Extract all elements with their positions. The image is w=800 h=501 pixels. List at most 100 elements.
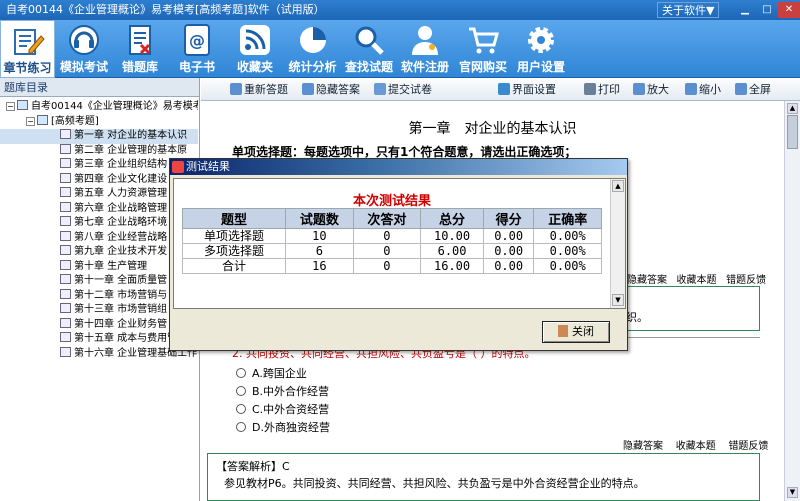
print-button[interactable]: 打印 <box>584 82 620 98</box>
table-header: 题型 试题数 次答对 总分 得分 正确率 <box>181 208 602 229</box>
table-cell: 0 <box>352 243 422 259</box>
scroll-down-icon[interactable]: ▼ <box>787 487 798 498</box>
option-b[interactable]: B.中外合作经营 <box>236 383 329 399</box>
scroll-down-icon[interactable]: ▼ <box>612 294 624 306</box>
scroll-up-icon[interactable]: ▲ <box>787 103 798 114</box>
folder-icon <box>37 114 48 125</box>
window-title: 自考00144《企业管理概论》易考模考[高频考题]软件（试用版） <box>6 3 325 16</box>
hide-answer-link[interactable]: 隐藏答案 <box>627 275 667 286</box>
document-icon <box>60 216 71 226</box>
fullscreen-button[interactable]: 全屏 <box>735 82 771 98</box>
toolbar-buy-online[interactable]: 官网购买 <box>454 20 512 78</box>
maximize-icon[interactable]: □ <box>756 2 778 18</box>
column-header: 题型 <box>181 208 287 229</box>
hide-answer-link[interactable]: 隐藏答案 <box>623 441 663 452</box>
wrong-book-icon <box>129 25 151 55</box>
toolbar-statistics[interactable]: 统计分析 <box>284 20 341 78</box>
pie-chart-icon <box>299 27 326 53</box>
radio-button[interactable] <box>236 386 246 396</box>
radio-button[interactable] <box>236 404 246 414</box>
document-icon <box>60 143 71 154</box>
q1-actions: 隐藏答案 收藏本题 错题反馈 <box>627 271 766 286</box>
rss-icon <box>240 25 270 55</box>
toolbar-favorites[interactable]: 收藏夹 <box>227 20 283 78</box>
document-icon <box>60 245 71 255</box>
dialog-scrollbar[interactable]: ▲ ▼ <box>610 179 625 308</box>
error-report-link[interactable]: 错题反馈 <box>726 275 766 286</box>
chapter-title: 第一章 对企业的基本认识 <box>408 121 577 137</box>
restart-button[interactable]: 重新答题 <box>230 82 288 98</box>
restart-icon <box>230 83 242 95</box>
column-header: 总分 <box>420 208 484 229</box>
table-cell: 16 <box>285 258 354 274</box>
document-icon <box>60 288 71 299</box>
radio-button[interactable] <box>236 422 246 432</box>
tree-chapter-1[interactable]: 第一章 对企业的基本认识 <box>0 129 198 144</box>
minimize-icon[interactable]: ▁ <box>734 2 756 18</box>
tree-root[interactable]: − 自考00144《企业管理概论》易考模考软 <box>0 100 198 115</box>
table-cell: 6.00 <box>420 243 484 259</box>
table-cell: 0.00% <box>533 243 602 259</box>
result-panel: 本次测试结果 题型 试题数 次答对 总分 得分 正确率 单项选择题 10 0 1… <box>173 178 626 309</box>
toolbar-mock-exam[interactable]: 模拟考试 <box>56 20 112 78</box>
content-scrollbar[interactable]: ▲ ▼ <box>784 101 800 501</box>
scroll-up-icon[interactable]: ▲ <box>612 180 624 192</box>
toolbar-wrong-question-bank[interactable]: 错题库 <box>113 20 167 78</box>
table-cell: 多项选择题 <box>181 243 287 259</box>
tree-group[interactable]: − [高频考题] <box>0 114 198 130</box>
key-user-icon <box>412 26 438 55</box>
about-software-menu[interactable]: 关于软件▼ <box>657 2 720 18</box>
fullscreen-icon <box>735 83 747 95</box>
document-icon <box>60 129 71 139</box>
error-report-link[interactable]: 错题反馈 <box>728 441 768 452</box>
table-cell: 10 <box>285 228 354 244</box>
table-row: 合计 16 0 16.00 0.00 0.00% <box>181 258 602 274</box>
zoom-in-icon <box>633 83 645 95</box>
zoom-out-icon <box>685 83 697 95</box>
main-toolbar: 章节练习 模拟考试 错题库 @ 电子书 收藏夹 统计分析 查找试题 软件注册 官… <box>0 20 800 78</box>
print-icon <box>584 83 596 95</box>
radio-button[interactable] <box>236 368 246 378</box>
document-icon <box>60 259 71 270</box>
folder-icon <box>17 100 28 110</box>
close-window-icon[interactable]: ✕ <box>778 2 800 18</box>
submit-icon <box>374 83 386 95</box>
dialog-title: 测试结果 <box>186 160 230 173</box>
document-icon <box>60 172 71 183</box>
app-icon <box>172 161 184 173</box>
toolbar-ebook[interactable]: @ 电子书 <box>168 20 226 78</box>
option-a[interactable]: A.跨国企业 <box>236 365 307 381</box>
table-cell: 0.00 <box>482 243 535 259</box>
hide-answers-button[interactable]: 隐藏答案 <box>302 82 360 98</box>
submit-paper-button[interactable]: 提交试卷 <box>374 82 432 98</box>
collapse-icon[interactable]: − <box>26 116 35 126</box>
interface-settings-button[interactable]: 界面设置 <box>498 82 556 98</box>
zoom-in-button[interactable]: 放大 <box>633 82 669 98</box>
toolbar-register[interactable]: 软件注册 <box>397 20 453 78</box>
zoom-out-button[interactable]: 缩小 <box>685 82 721 98</box>
q2-actions: 隐藏答案 收藏本题 错题反馈 <box>623 437 768 452</box>
option-d[interactable]: D.外商独资经营 <box>236 419 330 435</box>
table-cell: 0.00% <box>533 258 602 274</box>
table-cell: 6 <box>285 243 354 259</box>
option-c[interactable]: C.中外合资经营 <box>236 401 329 417</box>
toolbar-search-questions[interactable]: 查找试题 <box>342 20 396 78</box>
scroll-thumb[interactable] <box>787 115 798 149</box>
door-icon <box>558 325 568 337</box>
tree-chapter-2[interactable]: 第二章 企业管理的基本原 <box>0 143 198 159</box>
toolbar-user-settings[interactable]: 用户设置 <box>513 20 569 78</box>
content-toolbar: 重新答题 隐藏答案 提交试卷 界面设置 打印 放大 缩小 全屏 <box>201 78 800 101</box>
svg-text:@: @ <box>189 31 205 50</box>
close-dialog-button[interactable]: 关闭 <box>542 321 610 343</box>
column-header: 正确率 <box>533 208 602 229</box>
collapse-icon[interactable]: − <box>6 102 15 111</box>
settings-icon <box>498 83 510 95</box>
favorite-link[interactable]: 收藏本题 <box>677 275 717 286</box>
toolbar-chapter-practice[interactable]: 章节练习 <box>0 20 55 78</box>
test-result-dialog: 测试结果 本次测试结果 题型 试题数 次答对 总分 得分 正确率 单项选择题 1… <box>169 158 628 351</box>
table-row: 单项选择题 10 0 10.00 0.00 0.00% <box>181 228 602 244</box>
favorite-link[interactable]: 收藏本题 <box>676 441 716 452</box>
gear-icon <box>528 27 554 53</box>
document-icon <box>60 332 71 342</box>
result-heading: 本次测试结果 <box>352 194 431 209</box>
